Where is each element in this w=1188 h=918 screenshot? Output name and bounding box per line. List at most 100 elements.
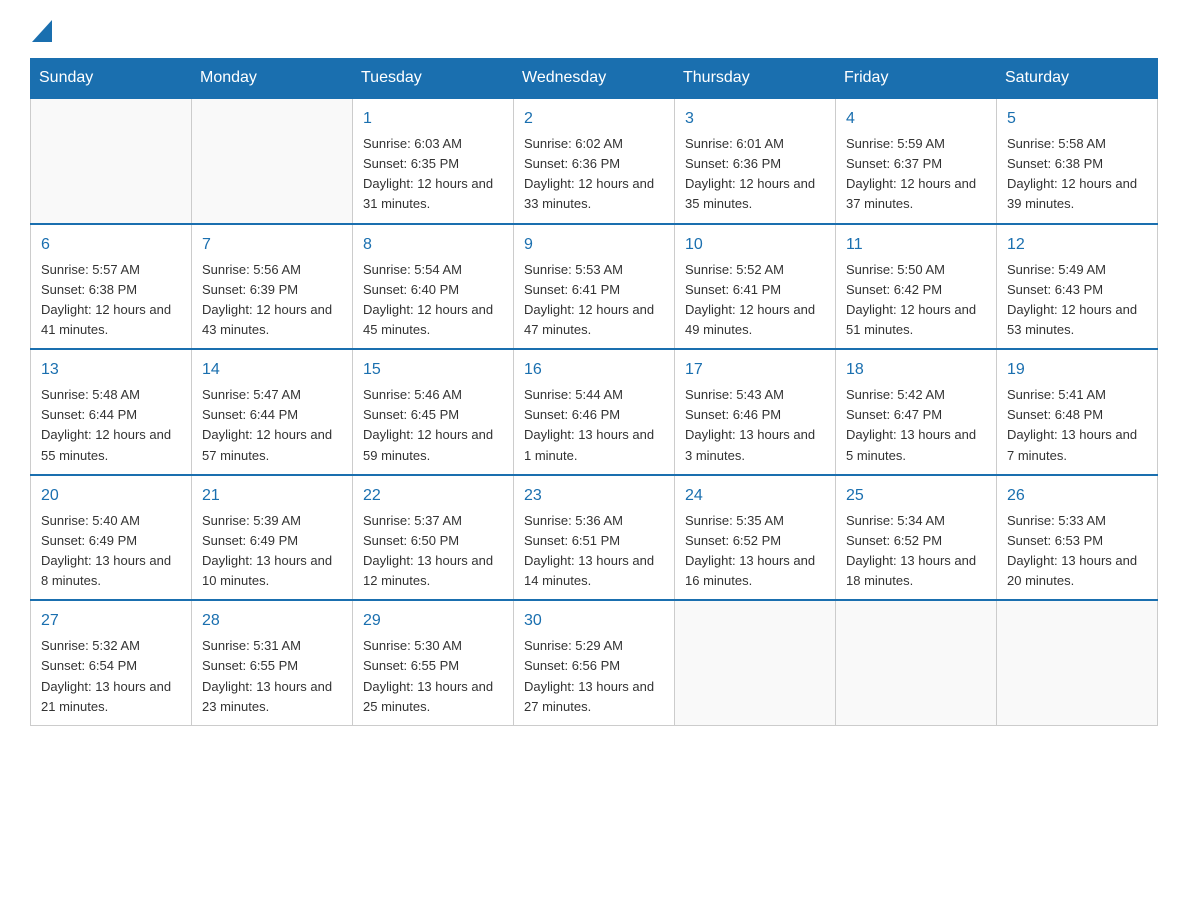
- day-info: Sunrise: 6:02 AMSunset: 6:36 PMDaylight:…: [524, 134, 664, 215]
- day-number: 3: [685, 107, 825, 131]
- day-number: 13: [41, 358, 181, 382]
- day-info: Sunrise: 5:40 AMSunset: 6:49 PMDaylight:…: [41, 511, 181, 592]
- calendar-cell: [31, 98, 192, 224]
- day-info: Sunrise: 5:30 AMSunset: 6:55 PMDaylight:…: [363, 636, 503, 717]
- calendar-cell: 11Sunrise: 5:50 AMSunset: 6:42 PMDayligh…: [836, 224, 997, 350]
- calendar-cell: 13 Sunrise: 5:48 AMSunset: 6:44 PMDayligh…: [31, 349, 192, 475]
- calendar-cell: 4Sunrise: 5:59 AMSunset: 6:37 PMDaylight…: [836, 98, 997, 224]
- calendar-cell: 3 Sunrise: 6:01 AMSunset: 6:36 PMDaylight…: [675, 98, 836, 224]
- day-info: Sunrise: 5:32 AMSunset: 6:54 PMDaylight:…: [41, 636, 181, 717]
- day-info: Sunrise: 5:43 AMSunset: 6:46 PMDaylight:…: [685, 385, 825, 466]
- calendar-cell: 2 Sunrise: 6:02 AMSunset: 6:36 PMDaylight…: [514, 98, 675, 224]
- calendar-cell: [997, 600, 1158, 725]
- calendar-cell: [192, 98, 353, 224]
- day-info: Sunrise: 5:41 AMSunset: 6:48 PMDaylight:…: [1007, 385, 1147, 466]
- day-info: Sunrise: 5:36 AMSunset: 6:51 PMDaylight:…: [524, 511, 664, 592]
- calendar-table: Sunday Monday Tuesday Wednesday Thursday…: [30, 58, 1158, 726]
- day-number: 1: [363, 107, 503, 131]
- week-row-4: 20 Sunrise: 5:40 AMSunset: 6:49 PMDayligh…: [31, 475, 1158, 601]
- calendar-cell: 27 Sunrise: 5:32 AMSunset: 6:54 PMDayligh…: [31, 600, 192, 725]
- calendar-cell: 14 Sunrise: 5:47 AMSunset: 6:44 PMDayligh…: [192, 349, 353, 475]
- day-info: Sunrise: 5:56 AMSunset: 6:39 PMDaylight:…: [202, 260, 342, 341]
- week-row-3: 13 Sunrise: 5:48 AMSunset: 6:44 PMDayligh…: [31, 349, 1158, 475]
- header-friday: Friday: [836, 59, 997, 99]
- day-info: Sunrise: 5:33 AMSunset: 6:53 PMDaylight:…: [1007, 511, 1147, 592]
- day-info: Sunrise: 5:49 AMSunset: 6:43 PMDaylight:…: [1007, 260, 1147, 341]
- day-number: 26: [1007, 484, 1147, 508]
- header-monday: Monday: [192, 59, 353, 99]
- header-saturday: Saturday: [997, 59, 1158, 99]
- calendar-cell: 7Sunrise: 5:56 AMSunset: 6:39 PMDaylight…: [192, 224, 353, 350]
- day-info: Sunrise: 5:35 AMSunset: 6:52 PMDaylight:…: [685, 511, 825, 592]
- day-info: Sunrise: 5:29 AMSunset: 6:56 PMDaylight:…: [524, 636, 664, 717]
- day-info: Sunrise: 5:54 AMSunset: 6:40 PMDaylight:…: [363, 260, 503, 341]
- day-number: 14: [202, 358, 342, 382]
- calendar-cell: 21Sunrise: 5:39 AMSunset: 6:49 PMDayligh…: [192, 475, 353, 601]
- day-info: Sunrise: 5:52 AMSunset: 6:41 PMDaylight:…: [685, 260, 825, 341]
- day-info: Sunrise: 5:50 AMSunset: 6:42 PMDaylight:…: [846, 260, 986, 341]
- calendar-cell: 28 Sunrise: 5:31 AMSunset: 6:55 PMDayligh…: [192, 600, 353, 725]
- calendar-cell: 19 Sunrise: 5:41 AMSunset: 6:48 PMDayligh…: [997, 349, 1158, 475]
- header-tuesday: Tuesday: [353, 59, 514, 99]
- day-info: Sunrise: 5:53 AMSunset: 6:41 PMDaylight:…: [524, 260, 664, 341]
- day-number: 20: [41, 484, 181, 508]
- day-info: Sunrise: 5:31 AMSunset: 6:55 PMDaylight:…: [202, 636, 342, 717]
- day-info: Sunrise: 6:03 AMSunset: 6:35 PMDaylight:…: [363, 134, 503, 215]
- calendar-cell: [675, 600, 836, 725]
- week-row-5: 27 Sunrise: 5:32 AMSunset: 6:54 PMDayligh…: [31, 600, 1158, 725]
- day-number: 23: [524, 484, 664, 508]
- day-info: Sunrise: 5:44 AMSunset: 6:46 PMDaylight:…: [524, 385, 664, 466]
- day-number: 19: [1007, 358, 1147, 382]
- day-number: 6: [41, 233, 181, 257]
- day-info: Sunrise: 5:57 AMSunset: 6:38 PMDaylight:…: [41, 260, 181, 341]
- day-info: Sunrise: 5:37 AMSunset: 6:50 PMDaylight:…: [363, 511, 503, 592]
- day-number: 16: [524, 358, 664, 382]
- day-info: Sunrise: 5:48 AMSunset: 6:44 PMDaylight:…: [41, 385, 181, 466]
- day-number: 12: [1007, 233, 1147, 257]
- day-number: 24: [685, 484, 825, 508]
- calendar-cell: 12 Sunrise: 5:49 AMSunset: 6:43 PMDayligh…: [997, 224, 1158, 350]
- day-number: 5: [1007, 107, 1147, 131]
- day-number: 17: [685, 358, 825, 382]
- logo: [30, 20, 52, 38]
- day-info: Sunrise: 5:58 AMSunset: 6:38 PMDaylight:…: [1007, 134, 1147, 215]
- day-number: 8: [363, 233, 503, 257]
- day-number: 28: [202, 609, 342, 633]
- day-info: Sunrise: 5:47 AMSunset: 6:44 PMDaylight:…: [202, 385, 342, 466]
- header-thursday: Thursday: [675, 59, 836, 99]
- calendar-cell: 1 Sunrise: 6:03 AMSunset: 6:35 PMDaylight…: [353, 98, 514, 224]
- header-sunday: Sunday: [31, 59, 192, 99]
- calendar-cell: 9 Sunrise: 5:53 AMSunset: 6:41 PMDaylight…: [514, 224, 675, 350]
- day-number: 2: [524, 107, 664, 131]
- calendar-cell: 6 Sunrise: 5:57 AMSunset: 6:38 PMDaylight…: [31, 224, 192, 350]
- calendar-cell: 18Sunrise: 5:42 AMSunset: 6:47 PMDayligh…: [836, 349, 997, 475]
- day-number: 10: [685, 233, 825, 257]
- day-number: 29: [363, 609, 503, 633]
- day-info: Sunrise: 6:01 AMSunset: 6:36 PMDaylight:…: [685, 134, 825, 215]
- calendar-cell: 20 Sunrise: 5:40 AMSunset: 6:49 PMDayligh…: [31, 475, 192, 601]
- day-number: 27: [41, 609, 181, 633]
- calendar-cell: [836, 600, 997, 725]
- weekday-header-row: Sunday Monday Tuesday Wednesday Thursday…: [31, 59, 1158, 99]
- calendar-cell: 25 Sunrise: 5:34 AMSunset: 6:52 PMDayligh…: [836, 475, 997, 601]
- day-info: Sunrise: 5:46 AMSunset: 6:45 PMDaylight:…: [363, 385, 503, 466]
- day-number: 9: [524, 233, 664, 257]
- calendar-cell: 15 Sunrise: 5:46 AMSunset: 6:45 PMDayligh…: [353, 349, 514, 475]
- calendar-cell: 16 Sunrise: 5:44 AMSunset: 6:46 PMDayligh…: [514, 349, 675, 475]
- day-number: 25: [846, 484, 986, 508]
- day-number: 22: [363, 484, 503, 508]
- day-info: Sunrise: 5:42 AMSunset: 6:47 PMDaylight:…: [846, 385, 986, 466]
- calendar-cell: 5 Sunrise: 5:58 AMSunset: 6:38 PMDaylight…: [997, 98, 1158, 224]
- calendar-cell: 10 Sunrise: 5:52 AMSunset: 6:41 PMDayligh…: [675, 224, 836, 350]
- header-wednesday: Wednesday: [514, 59, 675, 99]
- calendar-cell: 22 Sunrise: 5:37 AMSunset: 6:50 PMDayligh…: [353, 475, 514, 601]
- day-info: Sunrise: 5:34 AMSunset: 6:52 PMDaylight:…: [846, 511, 986, 592]
- calendar-cell: 23 Sunrise: 5:36 AMSunset: 6:51 PMDayligh…: [514, 475, 675, 601]
- day-info: Sunrise: 5:59 AMSunset: 6:37 PMDaylight:…: [846, 134, 986, 215]
- day-info: Sunrise: 5:39 AMSunset: 6:49 PMDaylight:…: [202, 511, 342, 592]
- calendar-cell: 8 Sunrise: 5:54 AMSunset: 6:40 PMDaylight…: [353, 224, 514, 350]
- day-number: 15: [363, 358, 503, 382]
- day-number: 30: [524, 609, 664, 633]
- calendar-cell: 29 Sunrise: 5:30 AMSunset: 6:55 PMDayligh…: [353, 600, 514, 725]
- calendar-cell: 17 Sunrise: 5:43 AMSunset: 6:46 PMDayligh…: [675, 349, 836, 475]
